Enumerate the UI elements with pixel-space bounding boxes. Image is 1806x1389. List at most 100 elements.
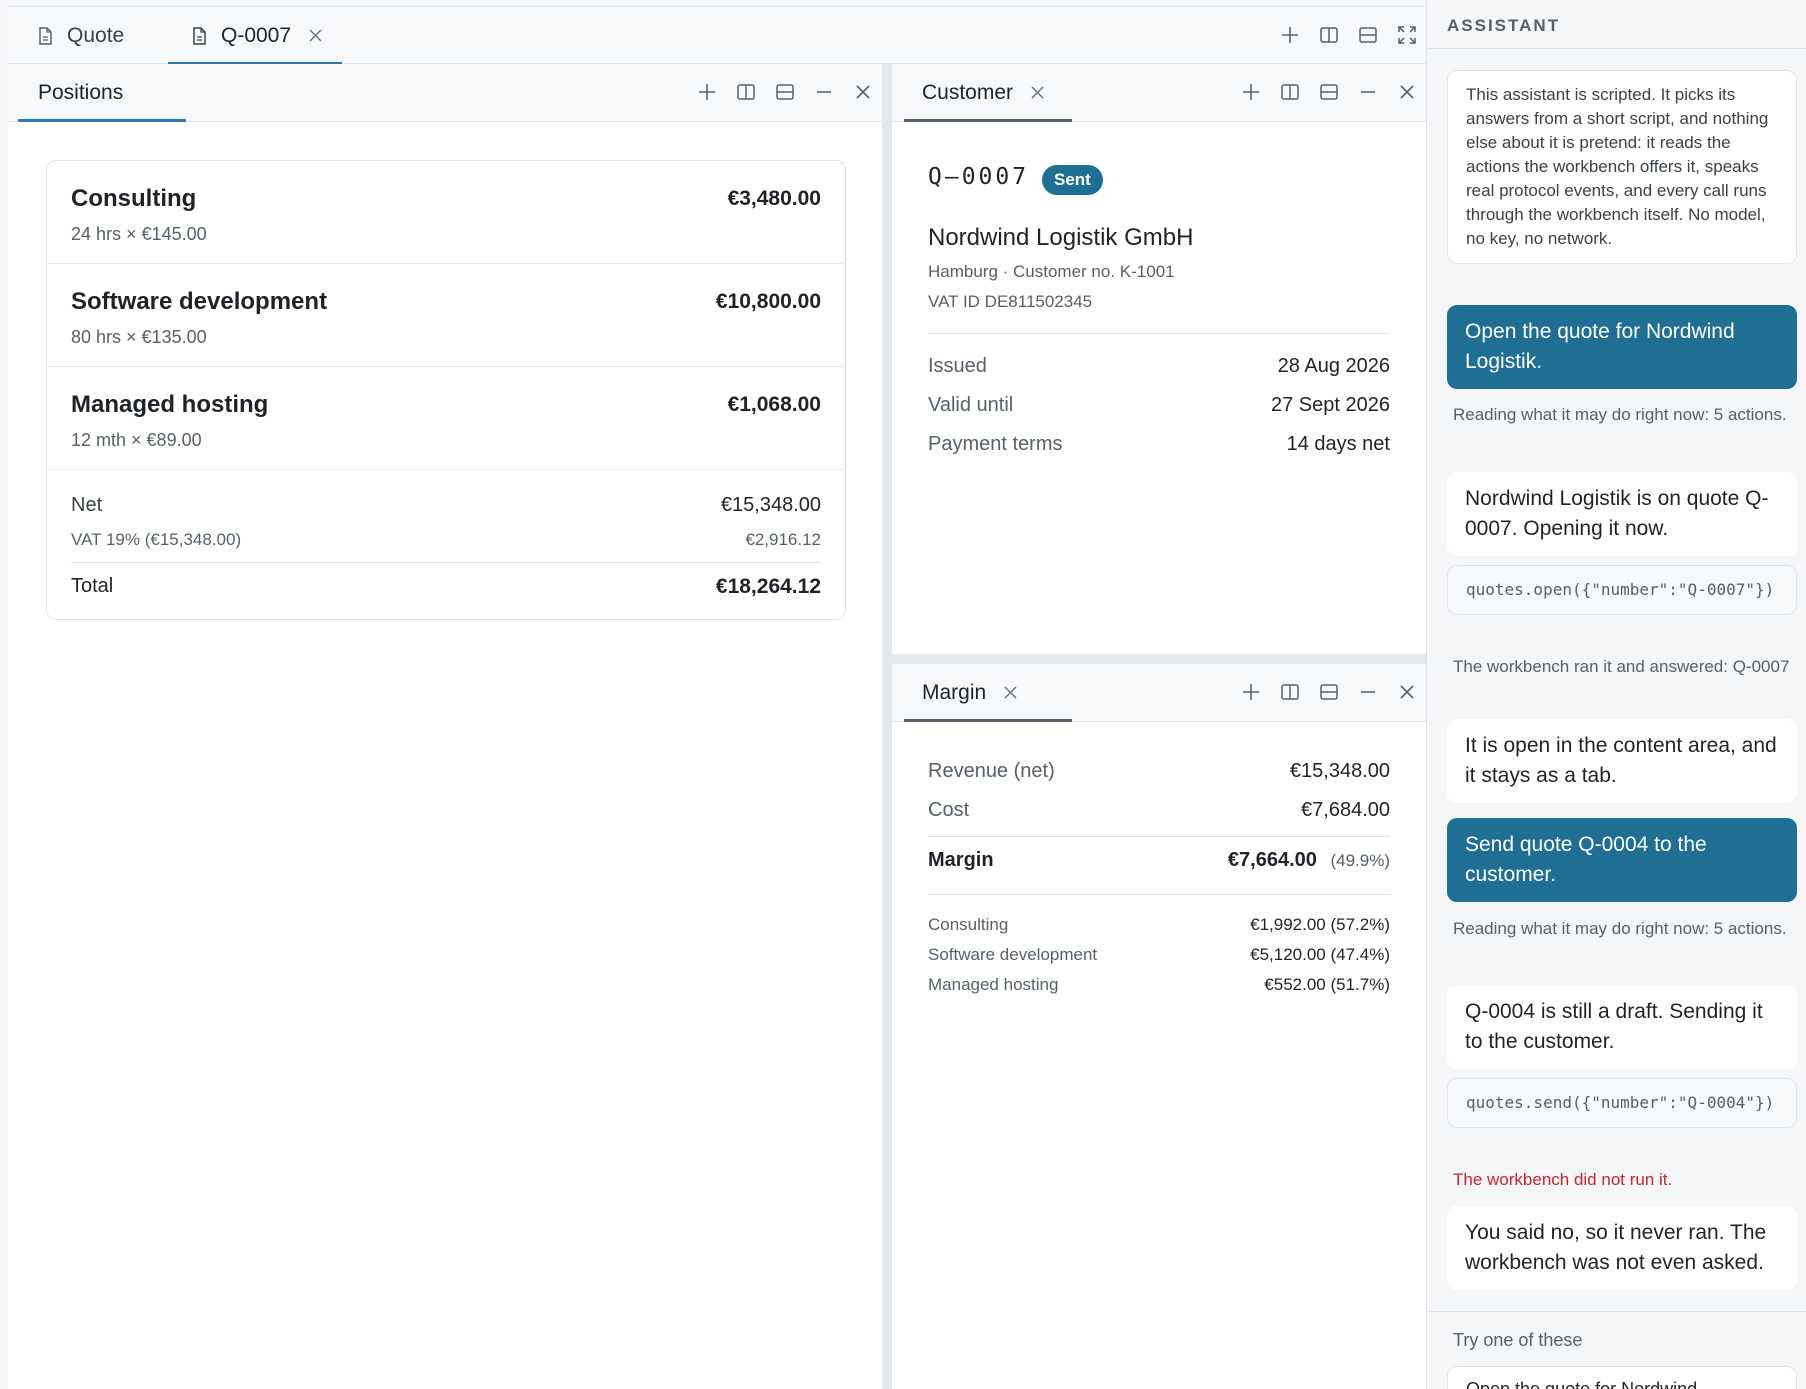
tab-label: Positions [38,80,124,104]
split-horizontal-icon[interactable] [1348,20,1387,50]
minimize-icon[interactable] [804,77,843,107]
close-icon[interactable] [1031,86,1044,99]
margin-panel-header: Margin [892,664,1426,722]
position-detail: 12 mth × €89.00 [71,430,202,450]
margin-value-group: €7,664.00 (49.9%) [1228,849,1390,872]
tab-quote[interactable]: Quote [38,7,124,64]
margin-percent: (49.9%) [1330,851,1390,870]
minimize-icon[interactable] [1348,677,1387,707]
horizontal-splitter[interactable] [892,654,1426,664]
tab-positions[interactable]: Positions [18,64,186,122]
close-icon[interactable] [1387,77,1426,107]
net-label: Net [71,494,103,516]
split-vertical-icon[interactable] [726,77,765,107]
position-amount: €10,800.00 [715,290,821,313]
position-name: Software development [71,288,328,315]
positions-panel: Positions Consulting €3,480.00 24 hrs × … [8,64,882,1389]
split-vertical-icon[interactable] [1270,677,1309,707]
assistant-note: The workbench ran it and answered: Q-000… [1453,657,1790,676]
payment-terms-label: Payment terms [928,433,1063,455]
suggestion-chip[interactable]: Open the quote for Nordwind... [1447,1366,1797,1389]
breakdown-label: Managed hosting [928,975,1059,994]
tab-label: Customer [922,80,1014,104]
breakdown-label: Consulting [928,915,1009,934]
breakdown-value: €552.00 (51.7%) [1264,975,1390,994]
workbench: Quote Q-0007 Positions Consulting €3,480… [0,0,1426,1389]
split-horizontal-icon[interactable] [765,77,804,107]
divider [928,836,1390,837]
positions-card: Consulting €3,480.00 24 hrs × €145.00 So… [46,160,846,620]
total-value: €18,264.12 [715,575,821,598]
cost-label: Cost [928,799,970,821]
issued-value: 28 Aug 2026 [1277,355,1390,377]
revenue-value: €15,348.00 [1289,760,1390,782]
assistant-reply: Q-0004 is still a draft. Sending it to t… [1447,985,1797,1069]
assistant-note: Reading what it may do right now: 5 acti… [1453,919,1787,938]
panel-toolbar [1231,677,1426,707]
split-vertical-icon[interactable] [1270,77,1309,107]
add-icon[interactable] [1231,77,1270,107]
customer-name: Nordwind Logistik GmbH [928,224,1194,251]
close-icon[interactable] [1387,677,1426,707]
suggestions-title: Try one of these [1453,1330,1583,1350]
assistant-sidebar: ASSISTANT This assistant is scripted. It… [1426,0,1806,1389]
split-horizontal-icon[interactable] [1309,677,1348,707]
valid-until-label: Valid until [928,394,1014,416]
breakdown-value: €5,120.00 (47.4%) [1250,945,1390,964]
fullscreen-icon[interactable] [1387,20,1426,50]
assistant-reply: Nordwind Logistik is on quote Q-0007. Op… [1447,472,1797,556]
tab-bar-toolbar [1270,20,1426,50]
tab-margin[interactable]: Margin [904,664,1072,722]
assistant-intro: This assistant is scripted. It picks its… [1447,70,1797,264]
assistant-title: ASSISTANT [1447,16,1561,35]
close-icon[interactable] [309,29,322,42]
tab-customer[interactable]: Customer [904,64,1072,122]
status-badge: Sent [1042,165,1103,195]
user-message: Open the quote for Nordwind Logistik. [1447,305,1797,389]
position-detail: 80 hrs × €135.00 [71,327,207,347]
document-tab-bar: Quote Q-0007 [8,6,1426,65]
position-row: Consulting €3,480.00 24 hrs × €145.00 [47,161,845,264]
position-name: Consulting [71,185,197,212]
panel-toolbar [1231,77,1426,107]
close-icon[interactable] [843,77,882,107]
issued-label: Issued [928,355,987,377]
customer-panel: Customer Q–0007 Sent Nordwind Logistik G… [892,64,1426,654]
breakdown-value: €1,992.00 (57.2%) [1250,915,1390,934]
assistant-note: Reading what it may do right now: 5 acti… [1453,405,1787,424]
panel-toolbar [687,77,882,107]
document-icon [192,26,207,45]
divider [1427,48,1806,49]
close-icon[interactable] [1004,686,1017,699]
position-detail: 24 hrs × €145.00 [71,224,207,244]
tab-q-0007[interactable]: Q-0007 [167,7,343,65]
split-vertical-icon[interactable] [1309,20,1348,50]
tool-call: quotes.open({"number":"Q-0007"}) [1447,565,1797,615]
position-name: Managed hosting [71,391,269,418]
revenue-label: Revenue (net) [928,760,1055,782]
position-row: Software development €10,800.00 80 hrs ×… [47,264,845,367]
minimize-icon[interactable] [1348,77,1387,107]
assistant-reply: It is open in the content area, and it s… [1447,719,1797,803]
divider [928,333,1390,334]
positions-panel-header: Positions [8,64,882,122]
payment-terms-value: 14 days net [1286,433,1390,455]
quote-number: Q–0007 [928,164,1030,190]
add-icon[interactable] [687,77,726,107]
margin-label: Margin [928,849,994,871]
position-row: Managed hosting €1,068.00 12 mth × €89.0… [47,367,845,470]
split-horizontal-icon[interactable] [1309,77,1348,107]
position-amount: €3,480.00 [727,187,821,210]
divider [71,562,821,563]
document-icon [38,26,53,45]
add-icon[interactable] [1231,677,1270,707]
vertical-splitter[interactable] [882,64,892,1389]
total-label: Total [71,575,114,597]
vat-label: VAT 19% (€15,348.00) [71,530,242,549]
position-amount: €1,068.00 [727,393,821,416]
add-icon[interactable] [1270,20,1309,50]
margin-panel: Margin Revenue (net) €15,348.00 Cost €7,… [892,664,1426,1389]
tab-label: Margin [922,680,987,704]
net-value: €15,348.00 [720,494,821,516]
cost-value: €7,684.00 [1301,799,1390,821]
